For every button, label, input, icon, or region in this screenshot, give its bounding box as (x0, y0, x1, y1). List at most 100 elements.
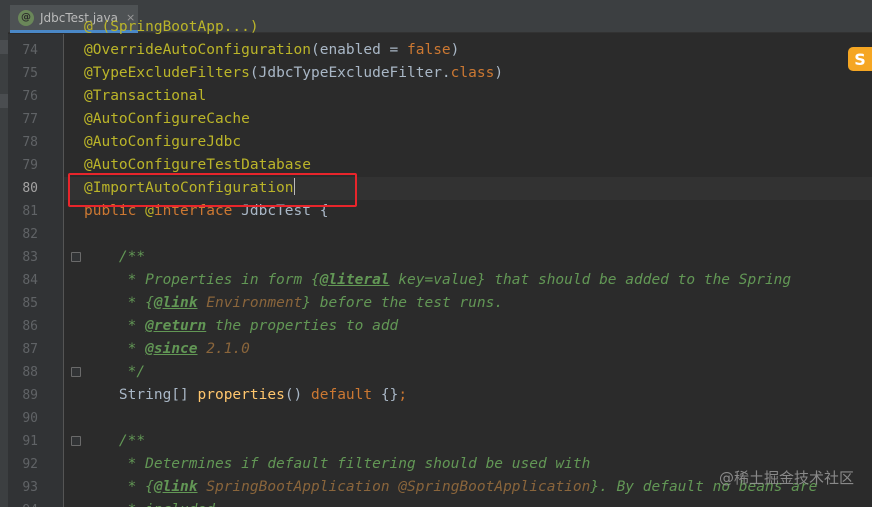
code-line[interactable]: 94 * included. (0, 499, 872, 507)
code-token: ) (450, 42, 460, 58)
code-line[interactable]: 82 (0, 223, 872, 246)
code-line[interactable]: 90 (0, 407, 872, 430)
line-number: 78 (22, 135, 38, 150)
code-text: /** (84, 246, 145, 269)
code-token: Environment (197, 295, 303, 311)
fold-marker-icon[interactable] (71, 367, 81, 377)
line-number: 74 (22, 43, 38, 58)
code-line[interactable]: 74 @OverrideAutoConfiguration(enabled = f… (0, 39, 872, 62)
code-token: () (284, 387, 312, 403)
code-line[interactable]: 89 String[] properties() default {}; (0, 384, 872, 407)
code-line[interactable]: 86 * @return the properties to add (0, 315, 872, 338)
code-line[interactable]: 85 * {@link Environment} before the test… (0, 292, 872, 315)
code-text: @TypeExcludeFilters(JdbcTypeExcludeFilte… (84, 62, 503, 85)
code-line[interactable]: 77 @AutoConfigureCache (0, 108, 872, 131)
line-number: 76 (22, 89, 38, 104)
code-token: @link (153, 479, 198, 495)
code-token: * { (127, 295, 154, 311)
code-text: * Determines if default filtering should… (84, 453, 591, 476)
code-token: @since (145, 341, 198, 357)
code-line[interactable]: 84 * Properties in form {@literal key=va… (0, 269, 872, 292)
code-token: {} (380, 387, 399, 403)
line-number: 84 (22, 273, 38, 288)
line-number: 91 (22, 434, 38, 449)
code-token: } before the test runs. (302, 295, 504, 311)
watermark: @稀土掘金技术社区 (718, 469, 854, 487)
line-number: 82 (22, 227, 38, 242)
code-line[interactable]: 75 @TypeExcludeFilters(JdbcTypeExcludeFil… (0, 62, 872, 85)
code-token: @AutoConfigureJdbc (84, 134, 242, 150)
code-token: @Transactional (84, 88, 207, 104)
code-text: * included. (84, 499, 224, 507)
code-token: false (407, 42, 451, 58)
highlight-annotation-box (68, 173, 357, 207)
code-line[interactable]: 88 */ (0, 361, 872, 384)
code-token: * included. (128, 502, 224, 507)
code-token: /** (118, 433, 146, 449)
code-token: @TypeExcludeFilters (84, 65, 250, 81)
code-token: ; (398, 387, 408, 403)
code-token: * Properties in form { (127, 272, 320, 288)
fold-marker-icon[interactable] (71, 252, 81, 262)
code-line-partial[interactable]: @ (SpringBootApp...) (0, 16, 872, 39)
line-number: 85 (22, 296, 38, 311)
code-text: * {@link Environment} before the test ru… (84, 292, 503, 315)
code-token: default (311, 387, 381, 403)
code-token: SpringBootApplication (197, 479, 390, 495)
line-number: 93 (22, 480, 38, 495)
code-text: * @return the properties to add (84, 315, 399, 338)
code-token: String[] (84, 387, 198, 403)
code-token: * (127, 341, 146, 357)
code-text: * @since 2.1.0 (84, 338, 250, 361)
line-number: 94 (8, 499, 38, 507)
code-text: @ (SpringBootApp...) (84, 19, 259, 35)
code-token: */ (127, 364, 146, 380)
code-text: /** (84, 430, 145, 453)
code-line[interactable]: 76 @Transactional (0, 85, 872, 108)
code-text: @Transactional (84, 85, 206, 108)
line-number: 81 (22, 204, 38, 219)
code-line[interactable]: 78 @AutoConfigureJdbc (0, 131, 872, 154)
code-token: @OverrideAutoConfiguration (84, 42, 311, 58)
fold-marker-icon[interactable] (71, 436, 81, 446)
code-token: the properties to add (206, 318, 399, 334)
code-text: * Properties in form {@literal key=value… (84, 269, 791, 292)
line-number: 90 (22, 411, 38, 426)
code-token: @AutoConfigureTestDatabase (84, 157, 311, 173)
code-token: @literal (319, 272, 390, 288)
line-number: 75 (22, 66, 38, 81)
code-text: */ (84, 361, 145, 384)
line-number: 87 (22, 342, 38, 357)
code-token: * (127, 318, 146, 334)
code-line[interactable]: 83 /** (0, 246, 872, 269)
line-number: 86 (22, 319, 38, 334)
code-token: @AutoConfigureCache (84, 111, 250, 127)
code-token: @return (145, 318, 207, 334)
code-token: key=value} that should be added to the S… (389, 272, 792, 288)
code-token: 2.1.0 (197, 341, 250, 357)
code-token: (JdbcTypeExcludeFilter. (249, 65, 451, 81)
line-number: 83 (22, 250, 38, 265)
code-token: ) (494, 65, 504, 81)
code-line[interactable]: 87 * @since 2.1.0 (0, 338, 872, 361)
code-text: @AutoConfigureCache (84, 108, 250, 131)
line-number: 77 (22, 112, 38, 127)
code-token: * Determines if default filtering should… (127, 456, 591, 472)
code-line[interactable]: 91 /** (0, 430, 872, 453)
ime-icon[interactable]: S (848, 47, 872, 71)
code-token: @link (153, 295, 198, 311)
code-token: /** (118, 249, 146, 265)
code-token: * { (127, 479, 154, 495)
code-token: properties (197, 387, 285, 403)
